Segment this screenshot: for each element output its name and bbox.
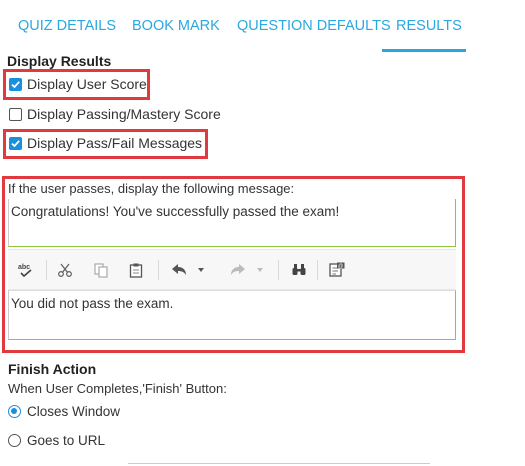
display-pass-fail-checkbox[interactable] [9,136,22,150]
cut-icon[interactable] [56,261,74,279]
toolbar-separator [158,260,159,280]
toolbar-separator [46,260,47,280]
pass-message-input[interactable]: Congratulations! You've successfully pas… [8,199,456,247]
bottom-divider [128,463,430,464]
display-user-score-label: Display User Score [27,76,147,92]
fail-message-input[interactable]: You did not pass the exam. [8,290,456,340]
toolbar-separator [317,260,318,280]
tab-question-defaults[interactable]: QUESTION DEFAULTS [237,18,391,34]
tab-book-mark[interactable]: BOOK MARK [132,18,220,34]
display-user-score-option[interactable]: Display User Score [9,75,147,93]
copy-icon[interactable] [92,261,110,279]
toolbar-separator [278,260,279,280]
paste-icon[interactable] [127,261,145,279]
finish-action-heading: Finish Action [8,361,97,377]
svg-text:abc: abc [18,264,30,271]
display-user-score-checkbox[interactable] [9,77,22,91]
spellcheck-icon[interactable]: abc [17,261,35,279]
pass-message-label: If the user passes, display the followin… [8,181,295,196]
display-passing-score-option[interactable]: Display Passing/Mastery Score [9,105,221,123]
display-passing-score-checkbox[interactable] [9,107,22,121]
tab-bar: QUIZ DETAILS BOOK MARK QUESTION DEFAULTS… [0,0,525,52]
display-pass-fail-option[interactable]: Display Pass/Fail Messages [9,134,202,152]
find-icon[interactable] [290,261,308,279]
editor-toolbar: abc @ [8,249,456,290]
undo-icon[interactable] [169,261,209,279]
svg-text:@: @ [338,264,343,270]
goes-to-url-option[interactable]: Goes to URL [8,431,105,449]
goes-to-url-radio[interactable] [8,433,21,447]
finish-action-subheading: When User Completes,'Finish' Button: [8,381,227,396]
insert-field-icon[interactable]: @ [328,261,346,279]
closes-window-label: Closes Window [27,403,121,419]
display-pass-fail-label: Display Pass/Fail Messages [27,135,203,151]
closes-window-radio[interactable] [8,404,21,418]
active-tab-indicator [382,49,466,52]
goes-to-url-label: Goes to URL [27,432,106,448]
tab-quiz-details[interactable]: QUIZ DETAILS [18,18,116,34]
display-passing-score-label: Display Passing/Mastery Score [27,106,221,122]
redo-icon[interactable] [228,261,268,279]
tab-results[interactable]: RESULTS [396,18,462,34]
closes-window-option[interactable]: Closes Window [8,402,120,420]
display-results-heading: Display Results [7,53,112,69]
